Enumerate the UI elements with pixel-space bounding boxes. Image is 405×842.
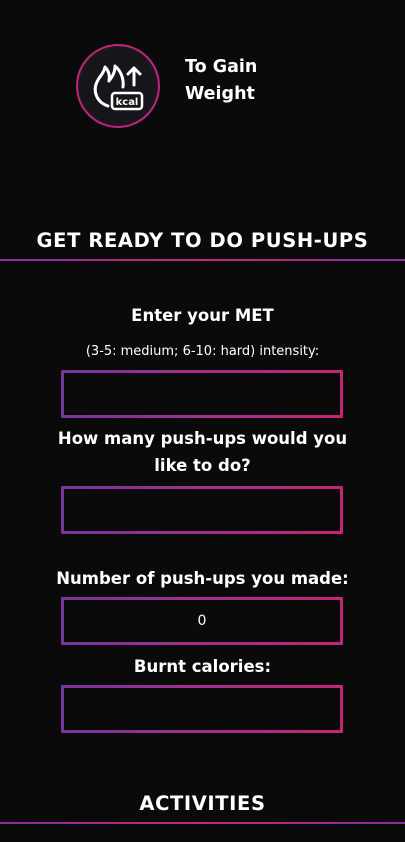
burnt-calories-label: Burnt calories: — [133, 657, 272, 676]
burnt-calories-field — [61, 685, 343, 733]
pushups-heading: GET READY TO DO PUSH-UPS — [36, 229, 369, 252]
met-label: Enter your MET — [131, 306, 274, 325]
target-pushups-label-line-2: like to do? — [154, 456, 251, 475]
activities-heading: ACTIVITIES — [139, 792, 266, 815]
app-title-line-1: To Gain — [185, 57, 258, 77]
kcal-flame-up-icon: kcal — [93, 64, 144, 111]
activities-divider — [0, 822, 405, 824]
met-hint: (3-5: medium; 6-10: hard) intensity: — [85, 344, 320, 359]
logo-kcal-text: kcal — [116, 97, 139, 108]
pushups-made-field: 0 — [61, 597, 343, 645]
app-title-line-2: Weight — [185, 84, 255, 104]
app-header: kcal To Gain Weight — [0, 0, 405, 160]
pushups-divider — [0, 259, 405, 261]
target-pushups-field — [61, 486, 343, 534]
met-input[interactable] — [64, 373, 340, 415]
logo[interactable]: kcal — [76, 44, 160, 128]
app-title: To Gain Weight — [185, 54, 295, 108]
met-field — [61, 370, 343, 418]
burnt-calories-value — [64, 688, 340, 730]
target-pushups-input[interactable] — [64, 489, 340, 531]
pushups-made-label: Number of push-ups you made: — [56, 569, 349, 588]
target-pushups-label: How many push-ups would you like to do? — [30, 425, 375, 479]
target-pushups-label-line-1: How many push-ups would you — [57, 429, 348, 448]
pushups-made-value: 0 — [197, 613, 207, 629]
